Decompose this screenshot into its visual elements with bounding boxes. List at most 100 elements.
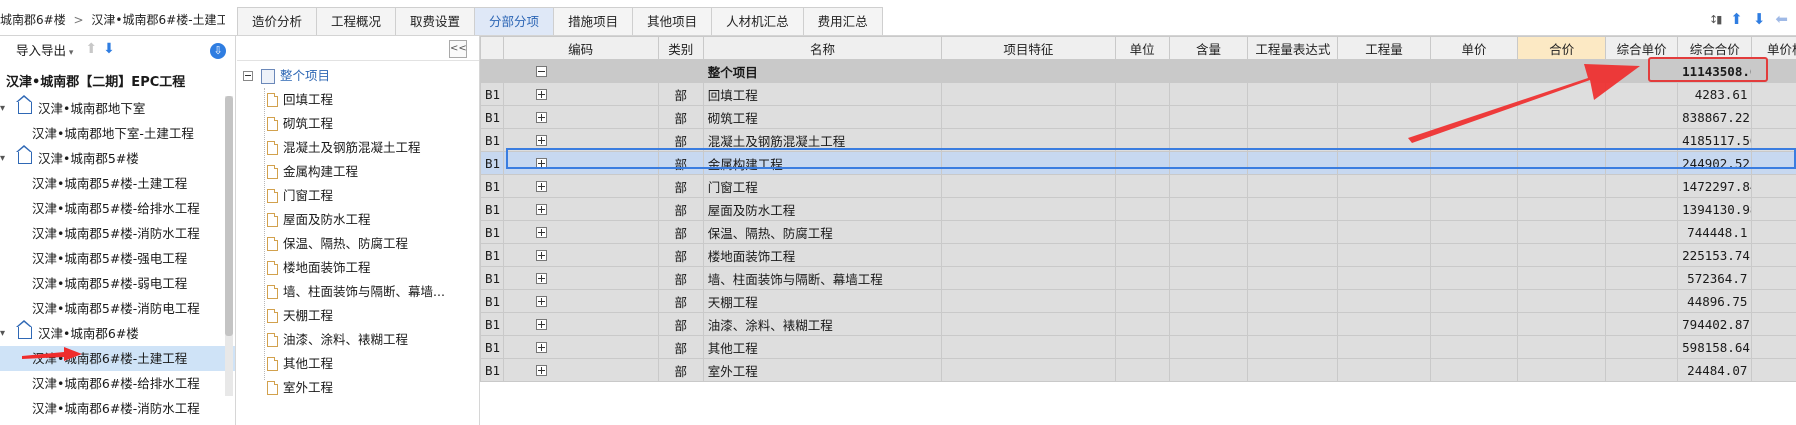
header-composite-total[interactable]: 综合合价 <box>1677 36 1753 60</box>
tab-project-overview[interactable]: 工程概况 <box>316 7 397 35</box>
cell-category[interactable]: 部 <box>657 358 704 382</box>
cell-total-price[interactable] <box>1517 312 1607 336</box>
cell-quantity-expr[interactable] <box>1247 243 1339 267</box>
cell-unit[interactable] <box>1114 289 1170 313</box>
cell-name[interactable]: 室外工程 <box>702 358 943 382</box>
cell-unit-price[interactable] <box>1429 335 1519 359</box>
header-content[interactable]: 含量 <box>1168 36 1249 60</box>
cell-category[interactable]: 部 <box>657 82 704 106</box>
expand-icon[interactable] <box>535 272 547 284</box>
collapse-panel-button[interactable]: << <box>449 40 467 58</box>
cell-unit-price-composition[interactable] <box>1751 197 1796 221</box>
cell-category[interactable]: 部 <box>657 174 704 198</box>
expand-icon[interactable] <box>535 134 547 146</box>
cell-quantity[interactable] <box>1337 312 1431 336</box>
tree-node-building[interactable]: ▾ 汉津•城南郡5#楼 <box>0 145 235 171</box>
cell-name[interactable]: 整个项目 <box>702 59 943 83</box>
cell-category[interactable]: 部 <box>657 289 704 313</box>
cell-composite-unit-price[interactable] <box>1605 312 1679 336</box>
expand-icon[interactable] <box>535 88 547 100</box>
cell-content[interactable] <box>1168 59 1249 83</box>
cell-name[interactable]: 保温、隔热、防腐工程 <box>702 220 943 244</box>
cell-unit-price-composition[interactable] <box>1751 128 1796 152</box>
cell-content[interactable] <box>1168 289 1249 313</box>
left-scrollbar[interactable] <box>225 96 233 396</box>
cell-unit-price[interactable] <box>1429 151 1519 175</box>
section-tree-item[interactable]: 天棚工程 <box>237 304 479 328</box>
cell-quantity[interactable] <box>1337 105 1431 129</box>
expand-icon[interactable] <box>535 295 547 307</box>
chevron-down-icon[interactable]: ▾ <box>0 321 5 346</box>
cell-total-price[interactable] <box>1517 128 1607 152</box>
tree-node-building[interactable]: ▾ 汉津•城南郡6#楼 <box>0 320 235 346</box>
tree-node-subproject[interactable]: 汉津•城南郡5#楼-强电工程 <box>0 246 235 271</box>
cell-unit[interactable] <box>1114 220 1170 244</box>
header-quantity-expr[interactable]: 工程量表达式 <box>1247 36 1339 60</box>
cell-unit[interactable] <box>1114 358 1170 382</box>
cell-quantity-expr[interactable] <box>1247 312 1339 336</box>
move-down-icon[interactable]: ⬇ <box>103 41 115 57</box>
expand-icon[interactable] <box>535 341 547 353</box>
section-tree-item[interactable]: 保温、隔热、防腐工程 <box>237 232 479 256</box>
cell-unit-price[interactable] <box>1429 312 1519 336</box>
cell-composite-total[interactable]: 11143508.6 <box>1677 59 1753 83</box>
cell-name[interactable]: 墙、柱面装饰与隔断、幕墙工程 <box>702 266 943 290</box>
cell-unit-price[interactable] <box>1429 105 1519 129</box>
cell-name[interactable]: 金属构建工程 <box>702 151 943 175</box>
cell-quantity-expr[interactable] <box>1247 220 1339 244</box>
cell-total-price[interactable] <box>1517 289 1607 313</box>
cell-quantity-expr[interactable] <box>1247 128 1339 152</box>
cell-content[interactable] <box>1168 105 1249 129</box>
cell-name[interactable]: 回填工程 <box>702 82 943 106</box>
table-row[interactable]: B1 部回填工程 4283.61 <box>480 82 1796 106</box>
import-export-menu[interactable]: 导入导出 ▾ <box>16 40 73 59</box>
cell-quantity-expr[interactable] <box>1247 266 1339 290</box>
cell-features[interactable] <box>941 82 1116 106</box>
cell-unit[interactable] <box>1114 151 1170 175</box>
cell-composite-total[interactable]: 4185117.56 <box>1677 128 1753 152</box>
cell-category[interactable]: 部 <box>657 243 704 267</box>
move-left-icon[interactable]: ⬅ <box>1775 10 1788 28</box>
section-tree-item[interactable]: 墙、柱面装饰与隔断、幕墙... <box>237 280 479 304</box>
cell-composite-unit-price[interactable] <box>1605 82 1679 106</box>
cell-composite-total[interactable]: 24484.07 <box>1677 358 1753 382</box>
cell-total-price[interactable] <box>1517 174 1607 198</box>
cell-quantity-expr[interactable] <box>1247 82 1339 106</box>
cell-unit-price-composition[interactable] <box>1751 59 1796 83</box>
cell-unit[interactable] <box>1114 312 1170 336</box>
table-row[interactable]: B1 部室外工程 24484.07 <box>480 358 1796 382</box>
cell-total-price[interactable] <box>1517 220 1607 244</box>
tab-fee-summary[interactable]: 费用汇总 <box>802 7 883 35</box>
section-tree-root[interactable]: 整个项目 <box>237 64 479 88</box>
cell-composite-total[interactable]: 838867.22 <box>1677 105 1753 129</box>
cell-category[interactable]: 部 <box>657 335 704 359</box>
breadcrumb-item[interactable]: 城南郡6#楼 <box>0 10 66 30</box>
cell-composite-total[interactable]: 1472297.84 <box>1677 174 1753 198</box>
cell-features[interactable] <box>941 59 1116 83</box>
cell-quantity[interactable] <box>1337 82 1431 106</box>
table-row[interactable]: B1 部天棚工程 44896.75 <box>480 289 1796 313</box>
section-tree-item[interactable]: 室外工程 <box>237 376 479 400</box>
header-unit[interactable]: 单位 <box>1114 36 1170 60</box>
cell-unit-price[interactable] <box>1429 197 1519 221</box>
header-total-price[interactable]: 合价 <box>1517 36 1607 60</box>
tree-node-subproject[interactable]: 汉津•城南郡6#楼-土建工程 <box>0 346 235 371</box>
cell-quantity-expr[interactable] <box>1247 358 1339 382</box>
cell-category[interactable]: 部 <box>657 197 704 221</box>
tree-node-building[interactable]: ▾ 汉津•城南郡地下室 <box>0 95 235 121</box>
cell-composite-unit-price[interactable] <box>1605 105 1679 129</box>
cell-content[interactable] <box>1168 358 1249 382</box>
cell-composite-total[interactable]: 225153.74 <box>1677 243 1753 267</box>
cell-unit-price-composition[interactable] <box>1751 151 1796 175</box>
cell-total-price[interactable] <box>1517 82 1607 106</box>
cell-quantity[interactable] <box>1337 266 1431 290</box>
cell-unit[interactable] <box>1114 59 1170 83</box>
download-icon[interactable]: ⇩ <box>210 43 226 59</box>
cell-name[interactable]: 楼地面装饰工程 <box>702 243 943 267</box>
cell-features[interactable] <box>941 128 1116 152</box>
sort-icon[interactable]: ↕▮ <box>1709 13 1722 26</box>
cell-quantity[interactable] <box>1337 220 1431 244</box>
tab-other-items[interactable]: 其他项目 <box>632 7 713 35</box>
cell-composite-total[interactable]: 744448.1 <box>1677 220 1753 244</box>
cell-quantity-expr[interactable] <box>1247 174 1339 198</box>
